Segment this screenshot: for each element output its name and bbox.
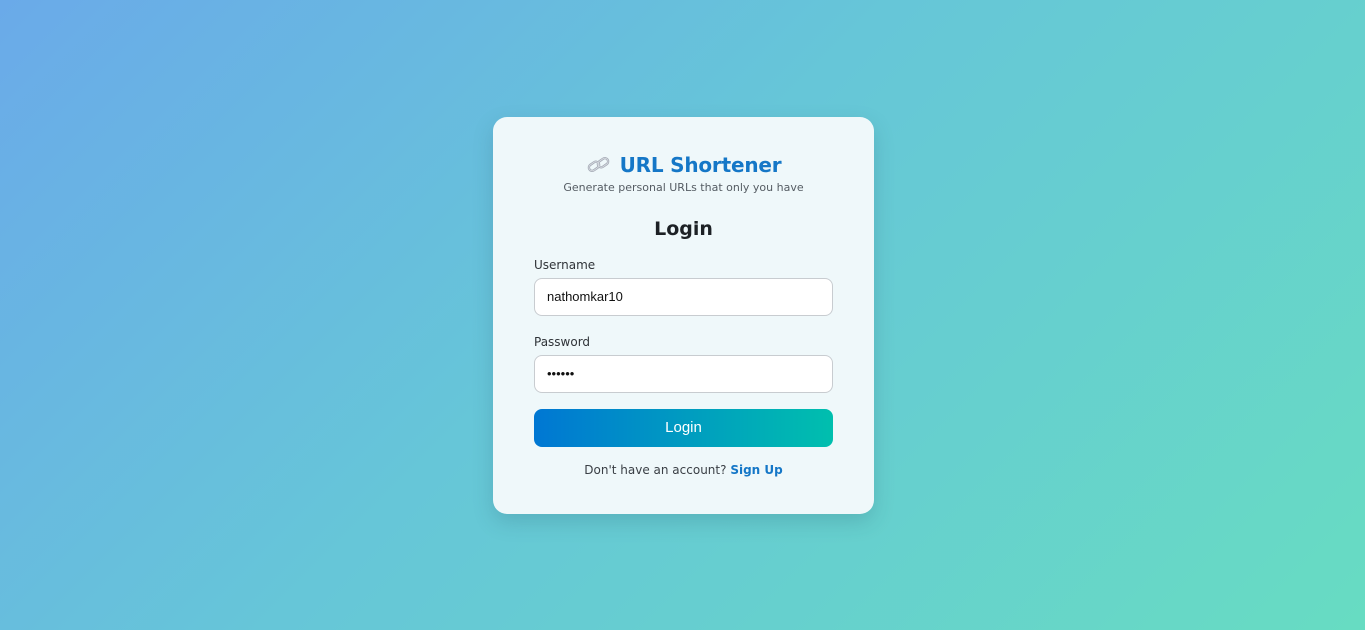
form-title: Login <box>654 218 713 240</box>
signup-row: Don't have an account? Sign Up <box>534 462 833 478</box>
password-input[interactable]: •••••• <box>534 355 833 393</box>
login-button[interactable]: Login <box>534 409 833 447</box>
username-label: Username <box>534 258 596 272</box>
app-title: URL Shortener <box>619 153 782 177</box>
login-card: URL Shortener Generate personal URLs tha… <box>493 117 874 514</box>
username-input[interactable]: nathomkar10 <box>534 278 833 316</box>
app-tagline: Generate personal URLs that only you hav… <box>563 181 804 194</box>
link-icon <box>586 154 612 176</box>
signup-prompt: Don't have an account? <box>584 463 727 477</box>
signup-link[interactable]: Sign Up <box>730 463 782 477</box>
password-label: Password <box>534 335 591 349</box>
brand-header: URL Shortener <box>534 152 833 178</box>
